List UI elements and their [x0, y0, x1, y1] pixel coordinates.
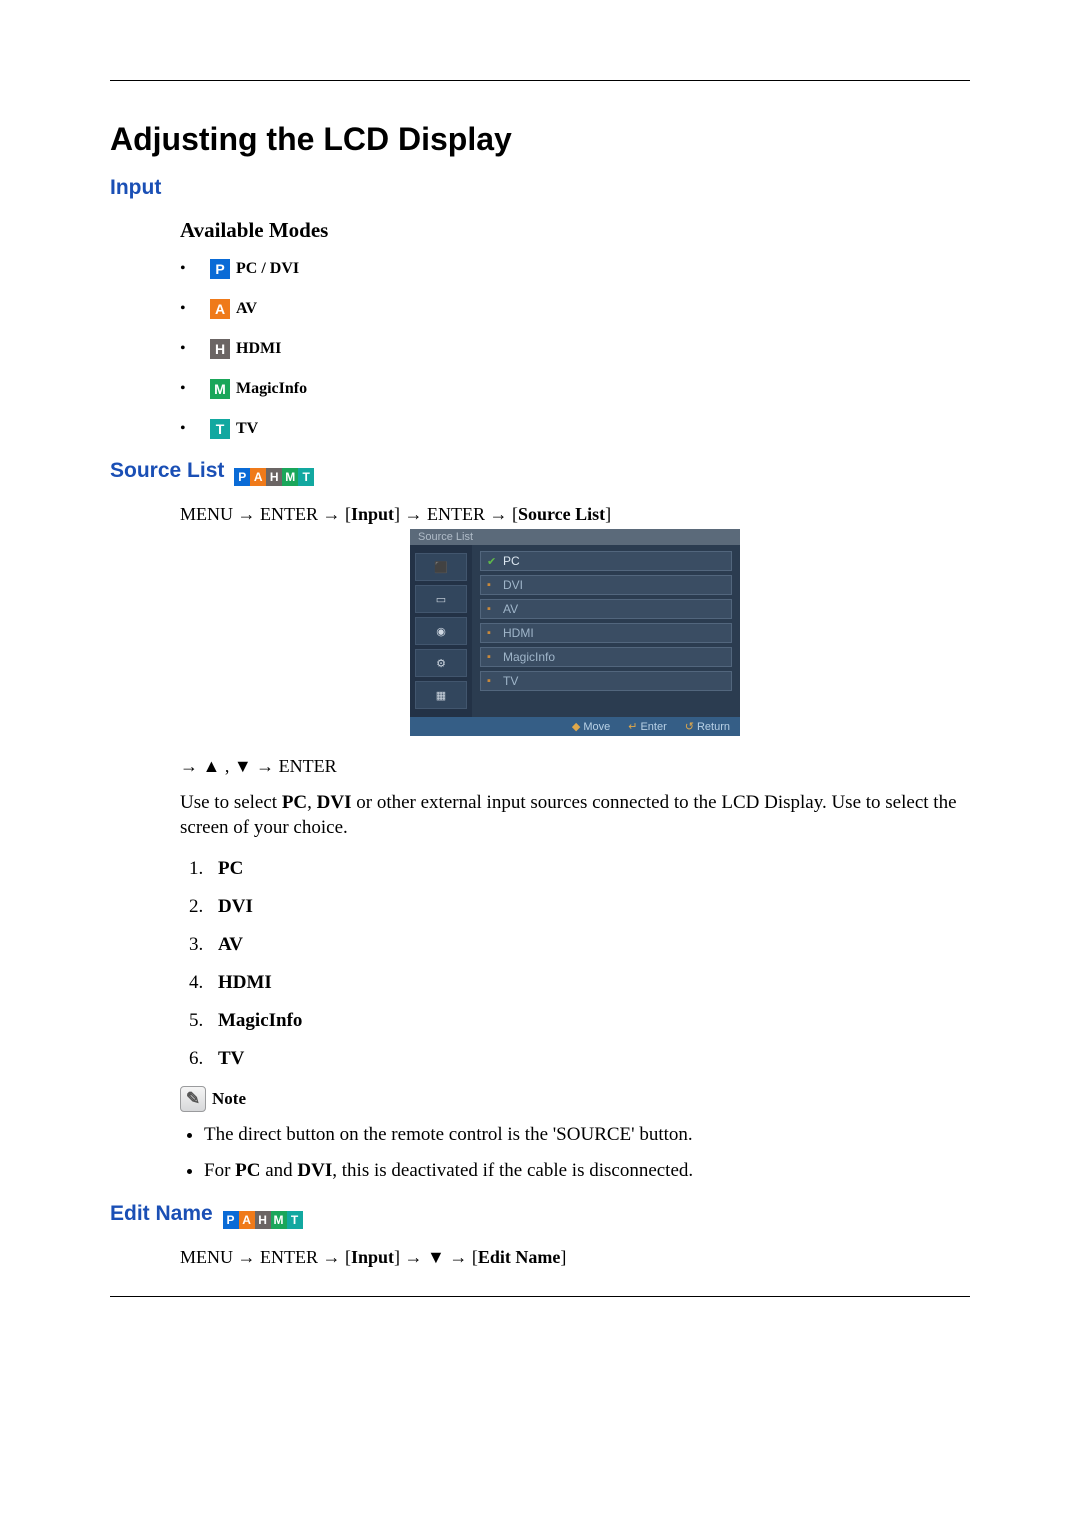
list-item: TV [208, 1048, 970, 1070]
section-heading-edit-name: Edit Name P A H M T [110, 1202, 970, 1229]
section-heading-input: Input [110, 176, 970, 200]
mode-icon-m: M [210, 379, 230, 399]
modes-list: • P PC / DVI • A AV • H HDMI • M MagicIn… [180, 259, 970, 439]
osd-side-icon: ⬛ [415, 553, 467, 581]
osd-row: ▪DVI [480, 575, 732, 595]
mode-label-hdmi: HDMI [236, 340, 281, 358]
strip-icon-t: T [298, 468, 314, 486]
mode-item-tv: • T TV [180, 419, 970, 439]
strip-icon-p: P [223, 1211, 239, 1229]
mode-icon-t: T [210, 419, 230, 439]
notes-list: The direct button on the remote control … [180, 1124, 970, 1182]
note-item: The direct button on the remote control … [204, 1124, 970, 1146]
mode-label-tv: TV [236, 420, 258, 438]
bottom-rule [110, 1296, 970, 1297]
list-item: HDMI [208, 972, 970, 994]
source-list-title: Source List [110, 459, 224, 482]
osd-body: ⬛ ▭ ◉ ⚙ ▦ ✔PC ▪DVI ▪AV ▪HDMI ▪MagicInfo … [410, 545, 740, 717]
mode-item-magicinfo: • M MagicInfo [180, 379, 970, 399]
osd-side-icon: ⚙ [415, 649, 467, 677]
edit-name-block: MENU → ENTER → [Input] → ▼ → [Edit Name] [180, 1247, 970, 1268]
input-block: Available Modes • P PC / DVI • A AV • H … [180, 218, 970, 439]
osd-side-icons: ⬛ ▭ ◉ ⚙ ▦ [410, 545, 472, 717]
list-item: AV [208, 934, 970, 956]
note-heading: ✎ Note [180, 1086, 970, 1112]
strip-icon-a: A [239, 1211, 255, 1229]
osd-header: Source List [410, 529, 740, 545]
osd-row: ▪HDMI [480, 623, 732, 643]
mode-label-magicinfo: MagicInfo [236, 380, 307, 398]
osd-row: ✔PC [480, 551, 732, 571]
mode-icon-a: A [210, 299, 230, 319]
osd-side-icon: ▦ [415, 681, 467, 709]
list-item: PC [208, 858, 970, 880]
note-item: For PC and DVI, this is deactivated if t… [204, 1160, 970, 1182]
page-title: Adjusting the LCD Display [110, 121, 970, 158]
strip-icon-a: A [250, 468, 266, 486]
osd-side-icon: ▭ [415, 585, 467, 613]
mode-icon-h: H [210, 339, 230, 359]
osd-footer: ◆Move ↵Enter ↺Return [410, 717, 740, 736]
osd-screenshot: Source List ⬛ ▭ ◉ ⚙ ▦ ✔PC ▪DVI ▪AV ▪HDMI… [410, 529, 740, 736]
edit-name-title: Edit Name [110, 1202, 213, 1225]
mode-strip-edit-name: P A H M T [223, 1211, 303, 1229]
mode-item-hdmi: • H HDMI [180, 339, 970, 359]
source-list-description: Use to select PC, DVI or other external … [180, 791, 970, 840]
mode-item-av: • A AV [180, 299, 970, 319]
osd-row: ▪MagicInfo [480, 647, 732, 667]
source-list-block: MENU → ENTER → [Input] → ENTER → [Source… [180, 504, 970, 1182]
strip-icon-m: M [282, 468, 298, 486]
top-rule [110, 80, 970, 81]
sources-ordered-list: PC DVI AV HDMI MagicInfo TV [180, 858, 970, 1070]
menu-path-source-list: MENU → ENTER → [Input] → ENTER → [Source… [180, 504, 970, 525]
mode-item-pc: • P PC / DVI [180, 259, 970, 279]
osd-row: ▪TV [480, 671, 732, 691]
available-modes-heading: Available Modes [180, 218, 970, 243]
list-item: DVI [208, 896, 970, 918]
mode-label-pc: PC / DVI [236, 260, 299, 278]
section-heading-source-list: Source List P A H M T [110, 459, 970, 486]
osd-side-icon: ◉ [415, 617, 467, 645]
list-item: MagicInfo [208, 1010, 970, 1032]
strip-icon-h: H [255, 1211, 271, 1229]
strip-icon-p: P [234, 468, 250, 486]
strip-icon-t: T [287, 1211, 303, 1229]
mode-icon-p: P [210, 259, 230, 279]
strip-icon-h: H [266, 468, 282, 486]
page: Adjusting the LCD Display Input Availabl… [0, 0, 1080, 1337]
osd-row: ▪AV [480, 599, 732, 619]
nav-arrows-line: → ▲ , ▼ → ENTER [180, 756, 970, 777]
mode-strip-source-list: P A H M T [234, 468, 314, 486]
menu-path-edit-name: MENU → ENTER → [Input] → ▼ → [Edit Name] [180, 1247, 970, 1268]
mode-label-av: AV [236, 300, 257, 318]
note-label: Note [212, 1089, 246, 1109]
osd-list: ✔PC ▪DVI ▪AV ▪HDMI ▪MagicInfo ▪TV [472, 545, 740, 717]
strip-icon-m: M [271, 1211, 287, 1229]
note-icon: ✎ [180, 1086, 206, 1112]
